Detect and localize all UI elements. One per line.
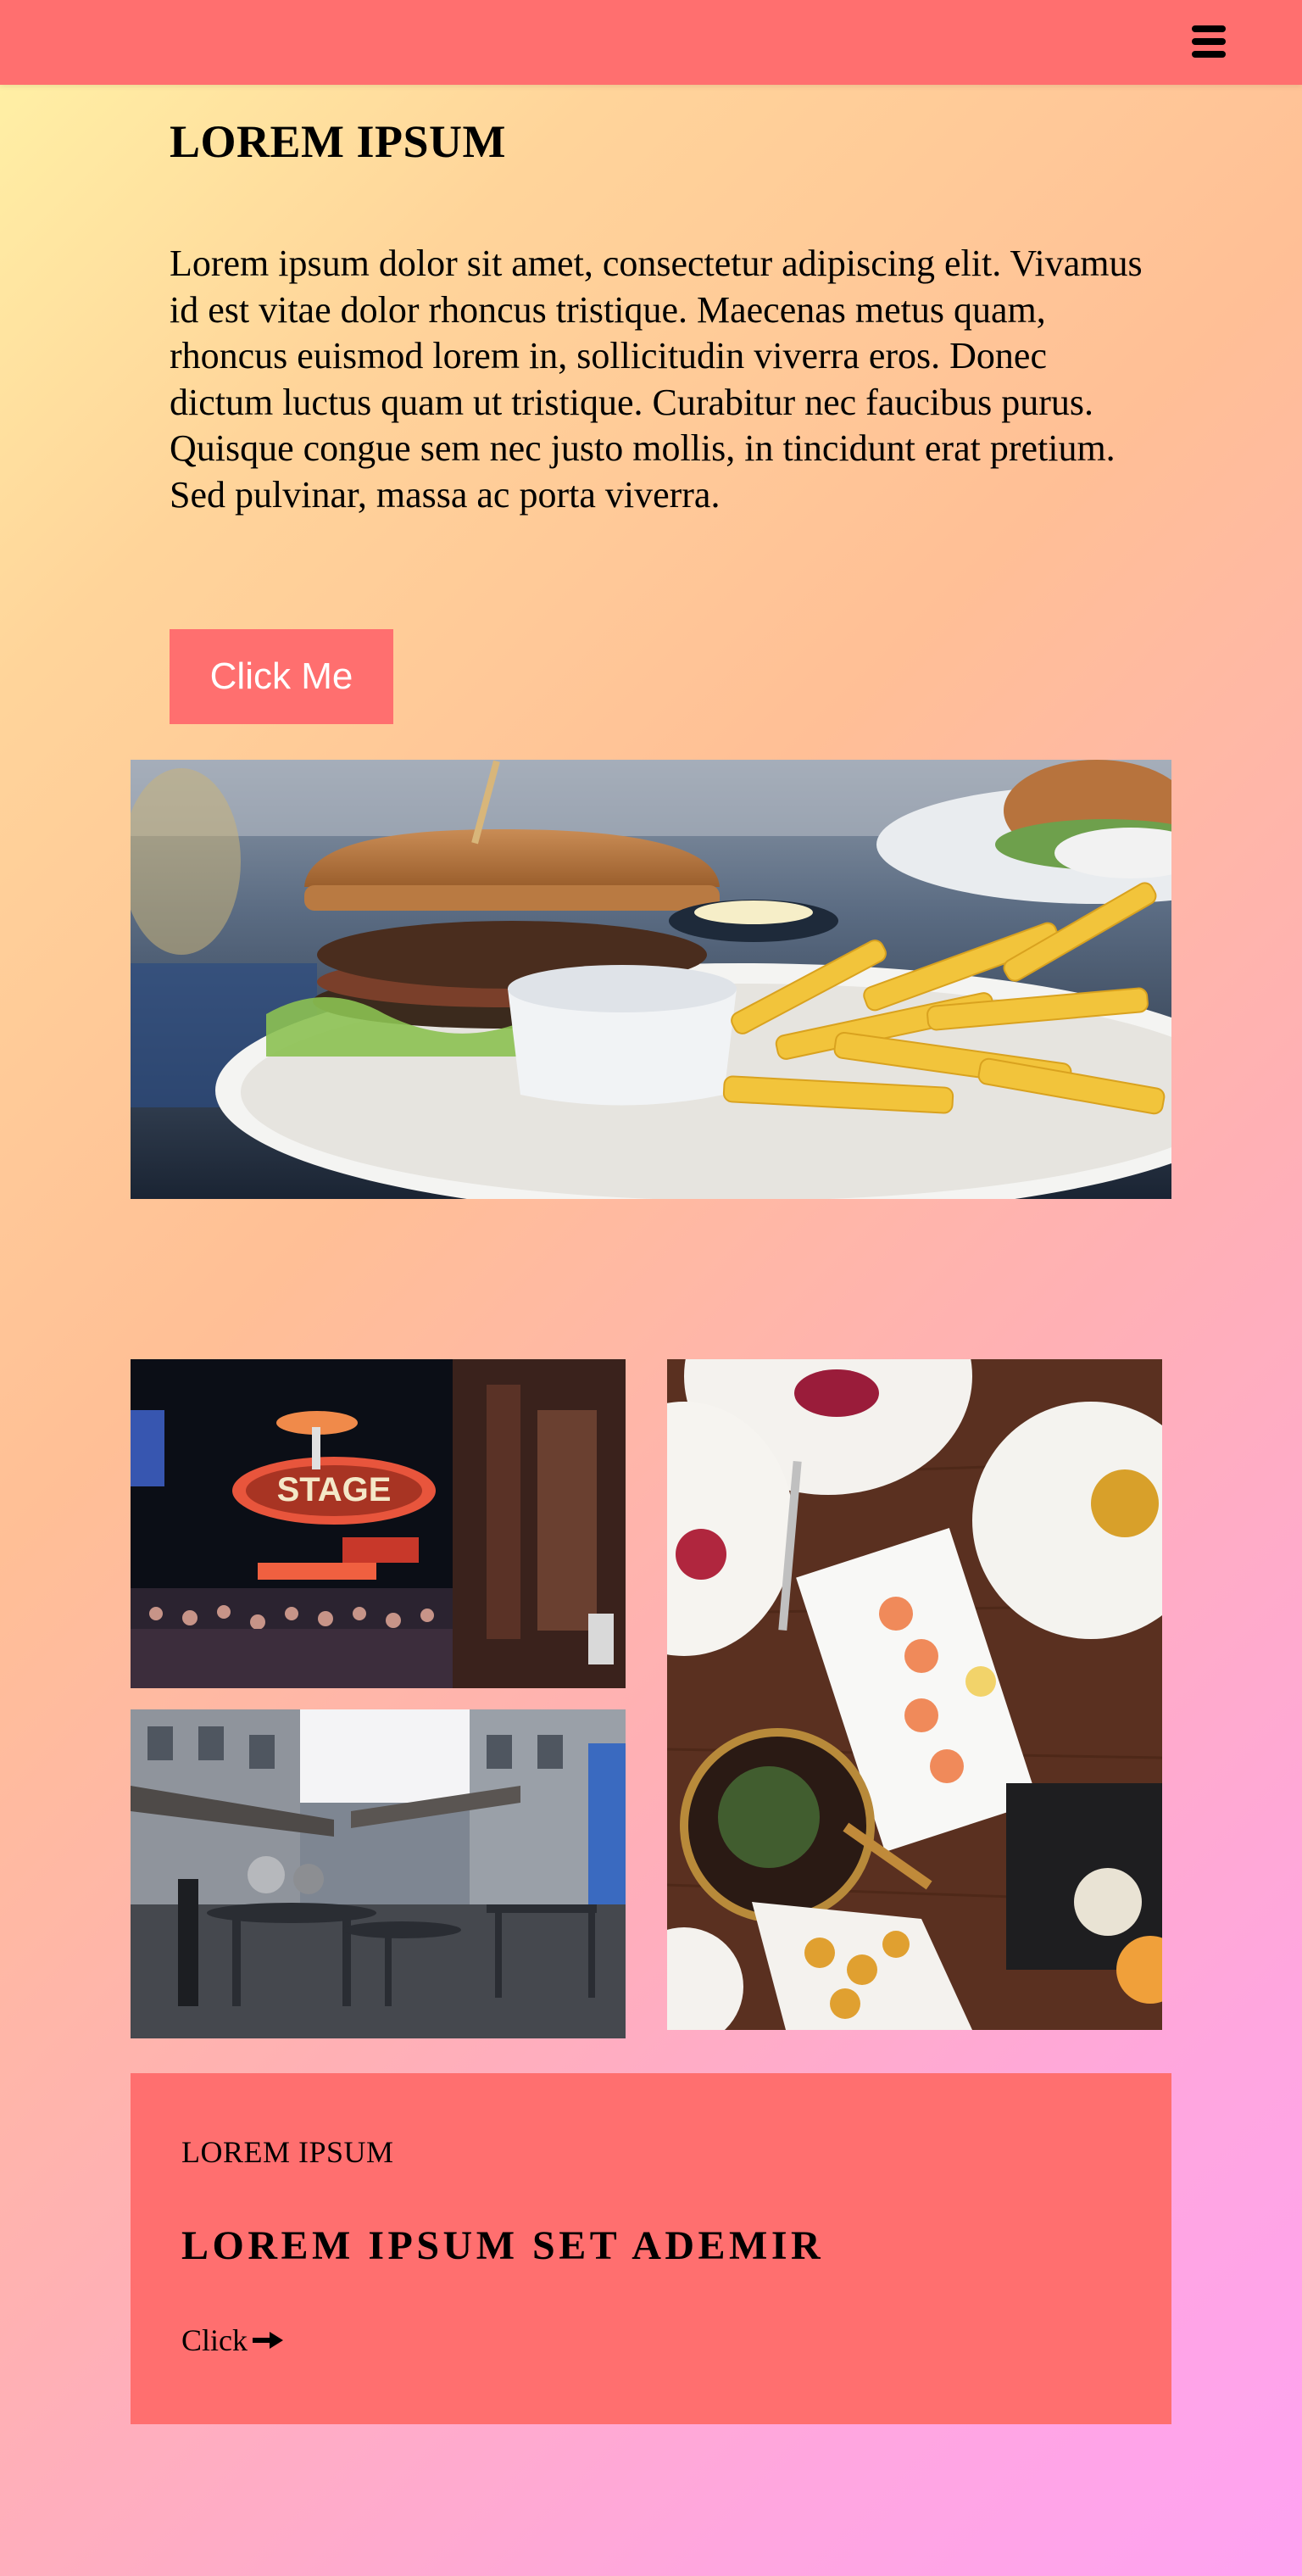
outdoor-cafe-street-photo [131, 1709, 626, 2038]
menu-line [1192, 25, 1226, 32]
card-eyebrow: LOREM IPSUM [181, 2135, 394, 2169]
svg-text:STAGE: STAGE [277, 1471, 392, 1508]
shared-dishes-table-photo [667, 1359, 1162, 2030]
card-heading: LOREM IPSUM SET ADEMIR [181, 2223, 825, 2268]
click-me-button[interactable]: Click Me [170, 629, 393, 724]
info-card: LOREM IPSUM LOREM IPSUM SET ADEMIR Click [131, 2073, 1171, 2424]
top-bar [0, 0, 1302, 85]
menu-line [1192, 51, 1226, 58]
intro-paragraph: Lorem ipsum dolor sit amet, consectetur … [170, 243, 1143, 516]
burger-and-fries-photo [131, 760, 1171, 1199]
page-title: LOREM IPSUM [170, 116, 506, 167]
neon-stage-sign-street-photo: STAGE [131, 1359, 626, 1688]
hamburger-menu-icon[interactable] [1192, 24, 1226, 59]
menu-line [1192, 38, 1226, 45]
card-click-link[interactable]: Click [181, 2322, 283, 2358]
card-link-label: Click [181, 2323, 248, 2357]
arrow-right-icon [253, 2332, 283, 2349]
